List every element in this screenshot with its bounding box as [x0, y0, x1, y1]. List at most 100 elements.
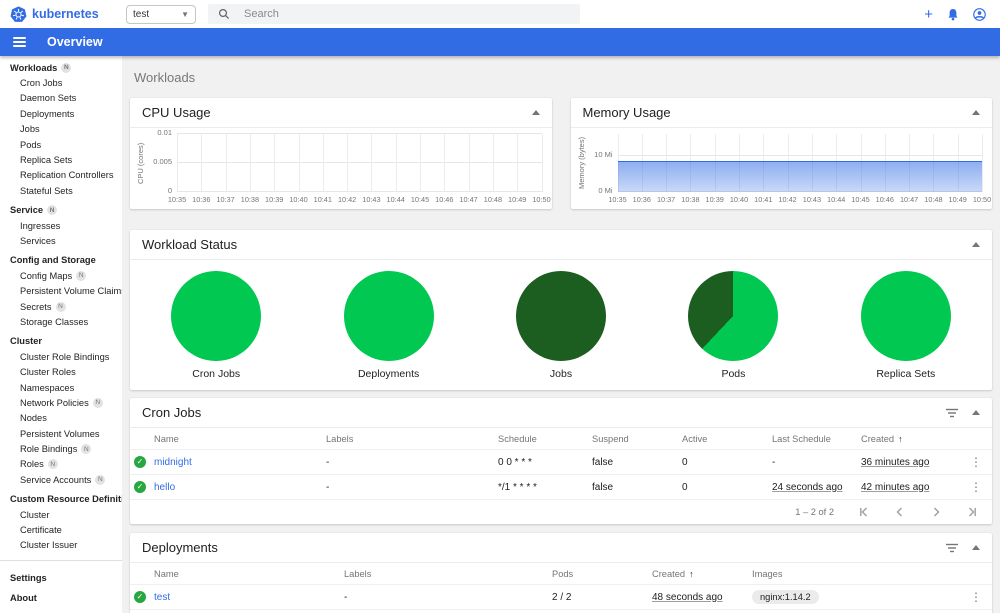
top-header: kubernetes test ▼ +	[0, 0, 1000, 28]
column-header-labels[interactable]: Labels	[326, 434, 498, 444]
cell-schedule: 0 0 * * *	[498, 456, 532, 468]
sidebar-item-cluster[interactable]: Cluster	[0, 507, 122, 522]
pie-chart-jobs	[516, 271, 607, 361]
notifications-icon[interactable]	[947, 8, 959, 21]
chevron-down-icon: ▼	[181, 9, 189, 19]
sidebar-item-roles[interactable]: Roles N	[0, 457, 122, 472]
cell-last_schedule: 24 seconds ago	[772, 482, 861, 493]
sidebar-section-cluster[interactable]: Cluster	[0, 334, 122, 349]
cell-status: ✓	[130, 481, 154, 493]
filter-icon[interactable]	[946, 543, 958, 553]
table-row[interactable]: ✓ hello - */1 * * * * false 0 24 seconds ago 42…	[130, 475, 992, 500]
sidebar-item-about[interactable]: About	[0, 588, 122, 608]
sidebar-item-config-maps[interactable]: Config Maps N	[0, 268, 122, 283]
sidebar-item-storage-classes[interactable]: Storage Classes	[0, 314, 122, 329]
y-axis-label: Memory (bytes)	[576, 136, 586, 190]
x-tick-label: 10:40	[729, 195, 749, 204]
sidebar-item-stateful-sets[interactable]: Stateful Sets	[0, 183, 122, 198]
sidebar-section-custom-resource-definitions[interactable]: Custom Resource Definitions	[0, 492, 122, 507]
midnight-link[interactable]: midnight	[154, 457, 192, 468]
grid-line	[322, 134, 324, 192]
collapse-icon[interactable]	[972, 242, 980, 247]
filter-icon[interactable]	[946, 408, 958, 418]
namespaced-badge: N	[95, 474, 106, 485]
first-page-icon[interactable]	[858, 506, 870, 518]
collapse-icon[interactable]	[531, 110, 540, 115]
sidebar-item-nodes[interactable]: Nodes	[0, 411, 122, 426]
table-row[interactable]: ✓ test - 2 / 2 48 seconds ago nginx:1.14.2 ⋮	[130, 585, 992, 610]
row-menu-icon[interactable]: ⋮	[966, 590, 986, 604]
y-tick-label: 0.01	[157, 128, 172, 137]
card-title: Workload Status	[142, 237, 238, 252]
sidebar-item-cluster-role-bindings[interactable]: Cluster Role Bindings	[0, 349, 122, 364]
next-page-icon[interactable]	[930, 506, 942, 518]
x-tick-label: 10:50	[532, 195, 551, 204]
sidebar-item-daemon-sets[interactable]: Daemon Sets	[0, 91, 122, 106]
sidebar-item-persistent-volumes[interactable]: Persistent Volumes	[0, 426, 122, 441]
collapse-icon[interactable]	[972, 110, 980, 115]
sidebar-item-namespaces[interactable]: Namespaces	[0, 380, 122, 395]
column-header-schedule[interactable]: Schedule	[498, 434, 592, 444]
sidebar-item-services[interactable]: Services	[0, 233, 122, 248]
relative-time: 48 seconds ago	[652, 591, 723, 603]
namespaced-badge: N	[76, 270, 87, 281]
brand-name: kubernetes	[32, 7, 99, 21]
previous-page-icon[interactable]	[894, 506, 906, 518]
x-tick-label: 10:49	[508, 195, 527, 204]
pie-chart-cron-jobs	[171, 271, 262, 361]
sidebar-item-jobs[interactable]: Jobs	[0, 122, 122, 137]
sidebar-item-secrets[interactable]: Secrets N	[0, 299, 122, 314]
sidebar-item-network-policies[interactable]: Network Policies N	[0, 395, 122, 410]
column-header-name[interactable]: Name	[154, 569, 344, 579]
sidebar-item-deployments[interactable]: Deployments	[0, 106, 122, 121]
cell-suspend: false	[592, 481, 614, 493]
sidebar-item-cluster-roles[interactable]: Cluster Roles	[0, 364, 122, 379]
sidebar-item-ingresses[interactable]: Ingresses	[0, 218, 122, 233]
column-header-labels[interactable]: Labels	[344, 569, 552, 579]
column-header-suspend[interactable]: Suspend	[592, 434, 682, 444]
row-menu-icon[interactable]: ⋮	[966, 455, 986, 469]
y-tick-label: 0.005	[153, 157, 172, 166]
cell-status: ✓	[130, 591, 154, 603]
sidebar-section-workloads[interactable]: Workloads N	[0, 60, 122, 75]
sidebar-item-replica-sets[interactable]: Replica Sets	[0, 152, 122, 167]
collapse-icon[interactable]	[972, 410, 980, 415]
table-header-row: Name Labels Schedule Suspend Active Last Sche…	[130, 428, 992, 450]
sidebar-item-pods[interactable]: Pods	[0, 137, 122, 152]
column-header-name[interactable]: Name	[154, 434, 326, 444]
x-tick-label: 10:48	[924, 195, 943, 204]
search-bar[interactable]	[208, 4, 580, 24]
brand-logo[interactable]: kubernetes	[0, 5, 126, 23]
namespace-select[interactable]: test ▼	[126, 4, 196, 24]
search-input[interactable]	[242, 7, 570, 21]
sidebar-item-service-accounts[interactable]: Service Accounts N	[0, 472, 122, 487]
table-row[interactable]: ✓ midnight - 0 0 * * * false 0 - 36 minutes ago…	[130, 450, 992, 475]
column-header-pods[interactable]: Pods	[552, 569, 652, 579]
column-header-active[interactable]: Active	[682, 434, 772, 444]
last-page-icon[interactable]	[966, 506, 978, 518]
x-tick-label: 10:39	[265, 195, 284, 204]
x-tick-label: 10:50	[972, 195, 992, 204]
card-title: Cron Jobs	[142, 405, 202, 420]
sidebar-item-certificate[interactable]: Certificate	[0, 522, 122, 537]
cell-kebab: ⋮	[966, 590, 992, 604]
test-link[interactable]: test	[154, 592, 170, 603]
sidebar-item-settings[interactable]: Settings	[0, 568, 122, 588]
sidebar-item-cron-jobs[interactable]: Cron Jobs	[0, 75, 122, 90]
hello-link[interactable]: hello	[154, 482, 175, 493]
column-header-created[interactable]: Created ↑	[652, 569, 752, 579]
menu-icon[interactable]	[13, 36, 26, 48]
sidebar-section-config-and-storage[interactable]: Config and Storage	[0, 253, 122, 268]
column-header-last-schedule[interactable]: Last Schedule	[772, 434, 861, 444]
sidebar-section-service[interactable]: Service N	[0, 203, 122, 218]
sidebar-item-role-bindings[interactable]: Role Bindings N	[0, 441, 122, 456]
column-header-images[interactable]: Images	[752, 569, 966, 579]
row-menu-icon[interactable]: ⋮	[966, 480, 986, 494]
account-icon[interactable]	[973, 7, 986, 21]
add-resource-icon[interactable]: +	[924, 7, 933, 22]
column-header-created[interactable]: Created ↑	[861, 434, 966, 444]
sidebar-item-persistent-volume-claims[interactable]: Persistent Volume ClaimsN	[0, 283, 122, 298]
sidebar-item-cluster-issuer[interactable]: Cluster Issuer	[0, 538, 122, 553]
collapse-icon[interactable]	[972, 545, 980, 550]
sidebar-item-replication-controllers[interactable]: Replication Controllers	[0, 168, 122, 183]
